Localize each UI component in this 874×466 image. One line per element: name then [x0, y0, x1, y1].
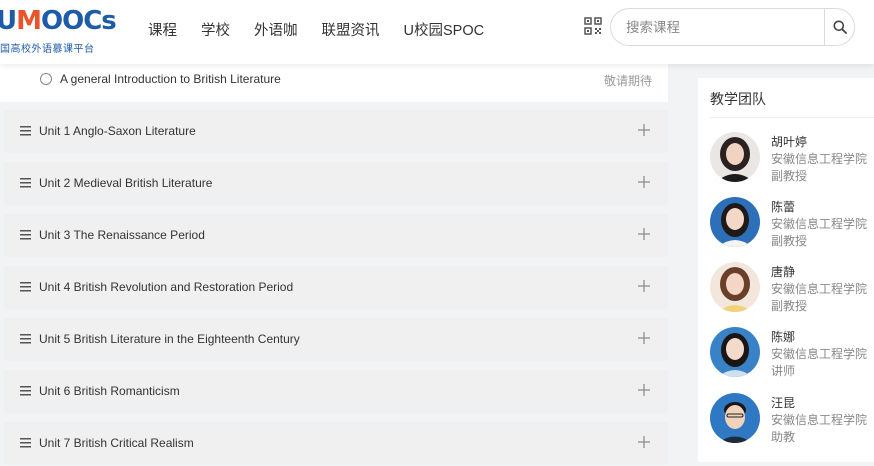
plus-icon[interactable]: [638, 176, 650, 188]
unit-title: Unit 5 British Literature in the Eightee…: [39, 332, 300, 346]
teacher-school: 安徽信息工程学院: [771, 413, 868, 427]
nav-item-spoc[interactable]: U校园SPOC: [404, 19, 485, 40]
avatar: [710, 197, 760, 247]
unit-title: Unit 7 British Critical Realism: [39, 436, 194, 450]
teacher-name: 陈娜: [771, 330, 796, 344]
teaching-team-panel: 教学团队 胡叶婷 安徽信息工程学院 副教授 陈蕾 安徽信息工程学院 副教授 唐静…: [698, 78, 874, 462]
lesson-status: 敬请期待: [603, 74, 652, 88]
search-button[interactable]: [824, 9, 854, 45]
unit-row[interactable]: Unit 2 Medieval British Literature: [4, 162, 668, 205]
avatar: [710, 393, 760, 443]
teacher-card[interactable]: 陈娜 安徽信息工程学院 讲师: [710, 327, 874, 387]
unit-title: Unit 4 British Revolution and Restoratio…: [39, 280, 294, 294]
unit-title: Unit 1 Anglo-Saxon Literature: [39, 124, 196, 138]
list-menu-icon: [20, 386, 31, 396]
divider: [710, 117, 874, 118]
list-menu-icon: [20, 178, 31, 188]
teacher-name: 胡叶婷: [771, 135, 808, 149]
list-menu-icon: [20, 438, 31, 448]
plus-icon[interactable]: [638, 436, 650, 448]
avatar: [710, 262, 760, 312]
avatar: [710, 132, 760, 182]
teacher-name: 汪昆: [771, 396, 796, 410]
teacher-name: 唐静: [771, 265, 796, 279]
plus-icon[interactable]: [638, 384, 650, 396]
list-menu-icon: [20, 230, 31, 240]
teacher-card[interactable]: 胡叶婷 安徽信息工程学院 副教授: [710, 132, 874, 192]
plus-icon[interactable]: [638, 280, 650, 292]
list-menu-icon: [20, 334, 31, 344]
unit-row[interactable]: Unit 3 The Renaissance Period: [4, 214, 668, 257]
main-nav: 课程 学校 外语咖 联盟资讯 U校园SPOC: [148, 19, 484, 40]
unit-title: Unit 2 Medieval British Literature: [39, 176, 213, 190]
list-menu-icon: [20, 126, 31, 136]
unit-row[interactable]: Unit 1 Anglo-Saxon Literature: [4, 110, 668, 153]
teacher-title: 副教授: [771, 299, 808, 313]
teacher-title: 副教授: [771, 169, 808, 183]
logo-subtitle: 国高校外语慕课平台: [0, 44, 95, 55]
search-box: [610, 8, 855, 46]
intro-lesson-title: A general Introduction to British Litera…: [60, 72, 281, 86]
teacher-school: 安徽信息工程学院: [771, 347, 868, 361]
unit-row[interactable]: Unit 6 British Romanticism: [4, 370, 668, 413]
teacher-title: 助教: [771, 430, 796, 444]
unit-row[interactable]: Unit 5 British Literature in the Eightee…: [4, 318, 668, 361]
teacher-school: 安徽信息工程学院: [771, 152, 868, 166]
teacher-title: 讲师: [771, 364, 796, 378]
plus-icon[interactable]: [638, 228, 650, 240]
nav-item-schools[interactable]: 学校: [201, 19, 230, 40]
teacher-card[interactable]: 陈蕾 安徽信息工程学院 副教授: [710, 197, 874, 257]
search-input[interactable]: [626, 18, 826, 36]
list-menu-icon: [20, 282, 31, 292]
search-icon: [833, 20, 847, 34]
unit-row[interactable]: Unit 4 British Revolution and Restoratio…: [4, 266, 668, 309]
unit-title: Unit 3 The Renaissance Period: [39, 228, 205, 242]
teacher-title: 副教授: [771, 234, 808, 248]
avatar: [710, 327, 760, 377]
intro-lesson-row[interactable]: A general Introduction to British Litera…: [0, 64, 668, 102]
teaching-team-title: 教学团队: [710, 91, 766, 107]
nav-item-courses[interactable]: 课程: [148, 19, 177, 40]
unit-row[interactable]: Unit 7 British Critical Realism: [4, 422, 668, 465]
teacher-card[interactable]: 汪昆 安徽信息工程学院 助教: [710, 393, 874, 453]
unit-title: Unit 6 British Romanticism: [39, 384, 180, 398]
umoocs-logo[interactable]: UMOOCs 国高校外语慕课平台: [0, 6, 117, 56]
teacher-name: 陈蕾: [771, 200, 796, 214]
radio-circle-icon: [40, 73, 52, 85]
teacher-school: 安徽信息工程学院: [771, 217, 868, 231]
plus-icon[interactable]: [638, 332, 650, 344]
teacher-card[interactable]: 唐静 安徽信息工程学院 副教授: [710, 262, 874, 322]
qr-code-icon[interactable]: [584, 17, 602, 35]
nav-item-news[interactable]: 联盟资讯: [322, 19, 380, 40]
nav-item-waiyuka[interactable]: 外语咖: [254, 19, 298, 40]
top-header: UMOOCs 国高校外语慕课平台 课程 学校 外语咖 联盟资讯 U校园SPOC: [0, 0, 874, 64]
plus-icon[interactable]: [638, 124, 650, 136]
teacher-school: 安徽信息工程学院: [771, 282, 868, 296]
